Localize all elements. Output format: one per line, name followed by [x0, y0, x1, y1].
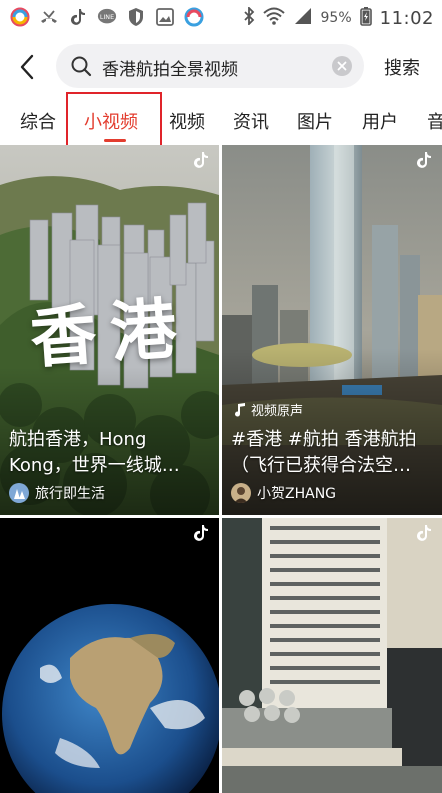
search-icon: [71, 56, 92, 77]
status-bar: LINE 95% 11:02: [0, 0, 442, 38]
back-button[interactable]: [12, 50, 42, 84]
tab-general[interactable]: 综合: [20, 108, 56, 134]
category-tabs: 综合 小视频 视频 资讯 图片 用户 音: [0, 96, 442, 146]
battery-icon: [359, 6, 372, 30]
video-author[interactable]: 小贺ZHANG: [231, 483, 336, 503]
chevron-left-icon: [20, 54, 34, 80]
shield-icon: [126, 7, 146, 27]
gallery-icon: [155, 7, 175, 27]
video-grid: 香港 航拍香港，Hong Kong，世界一线城… 旅行即生活 视频原声 #香港 …: [0, 145, 442, 793]
tab-news[interactable]: 资讯: [233, 108, 269, 134]
video-thumbnail: [0, 518, 219, 793]
tiktok-icon: [194, 525, 208, 541]
tab-video[interactable]: 视频: [169, 108, 205, 134]
video-overlay-title: 香港: [27, 288, 193, 378]
tab-short-video[interactable]: 小视频: [84, 108, 138, 134]
author-name: 小贺ZHANG: [257, 486, 337, 502]
tiktok-icon: [417, 525, 431, 541]
tiktok-icon: [194, 152, 208, 168]
tab-users[interactable]: 用户: [362, 108, 398, 134]
caption-line: （飞行已获得合法空…: [231, 455, 411, 476]
active-tab-indicator: [104, 139, 126, 142]
clear-search-button[interactable]: [332, 56, 352, 76]
notification-icons: LINE: [10, 7, 204, 27]
bluetooth-icon: [243, 5, 255, 29]
music-tag: 视频原声: [234, 400, 303, 419]
clock: 11:02: [379, 7, 434, 29]
signal-icon: [293, 7, 313, 29]
sync-icon: [184, 7, 204, 27]
caption-line: Kong，世界一线城…: [9, 455, 180, 476]
system-status: 95% 11:02: [243, 5, 435, 30]
video-caption: 航拍香港，Hong Kong，世界一线城…: [9, 427, 180, 479]
sync-icon: [10, 7, 30, 27]
search-input[interactable]: 香港航拍全景视频: [56, 44, 364, 88]
line-app-icon: LINE: [97, 7, 117, 27]
close-icon: [337, 61, 347, 71]
svg-text:LINE: LINE: [100, 14, 114, 21]
search-query: 香港航拍全景视频: [102, 60, 238, 80]
video-thumbnail: [222, 518, 442, 793]
tiktok-icon: [68, 7, 88, 27]
tiktok-icon: [417, 152, 431, 168]
tab-images[interactable]: 图片: [297, 108, 333, 134]
search-submit-button[interactable]: 搜索: [384, 54, 420, 80]
video-card[interactable]: 香港 航拍香港，Hong Kong，世界一线城… 旅行即生活: [0, 145, 219, 515]
avatar: [231, 483, 251, 503]
video-card[interactable]: 视频原声 #香港 #航拍 香港航拍 （飞行已获得合法空… 小贺ZHANG: [222, 145, 442, 515]
avatar: [9, 483, 29, 503]
video-author[interactable]: 旅行即生活: [9, 483, 105, 503]
caption-line: 航拍香港，Hong: [9, 429, 147, 450]
battery-percent: 95%: [320, 10, 352, 26]
wifi-icon: [262, 7, 285, 29]
author-name: 旅行即生活: [35, 486, 105, 502]
video-caption: #香港 #航拍 香港航拍 （飞行已获得合法空…: [231, 427, 417, 479]
video-card[interactable]: [0, 518, 219, 793]
missed-call-icon: [39, 7, 59, 27]
tab-music[interactable]: 音: [427, 108, 442, 134]
video-card[interactable]: [222, 518, 442, 793]
music-tag-label: 视频原声: [251, 404, 304, 419]
music-note-icon: [235, 402, 245, 417]
search-header: 香港航拍全景视频 搜索: [0, 38, 442, 96]
caption-line: #香港 #航拍 香港航拍: [231, 429, 417, 450]
